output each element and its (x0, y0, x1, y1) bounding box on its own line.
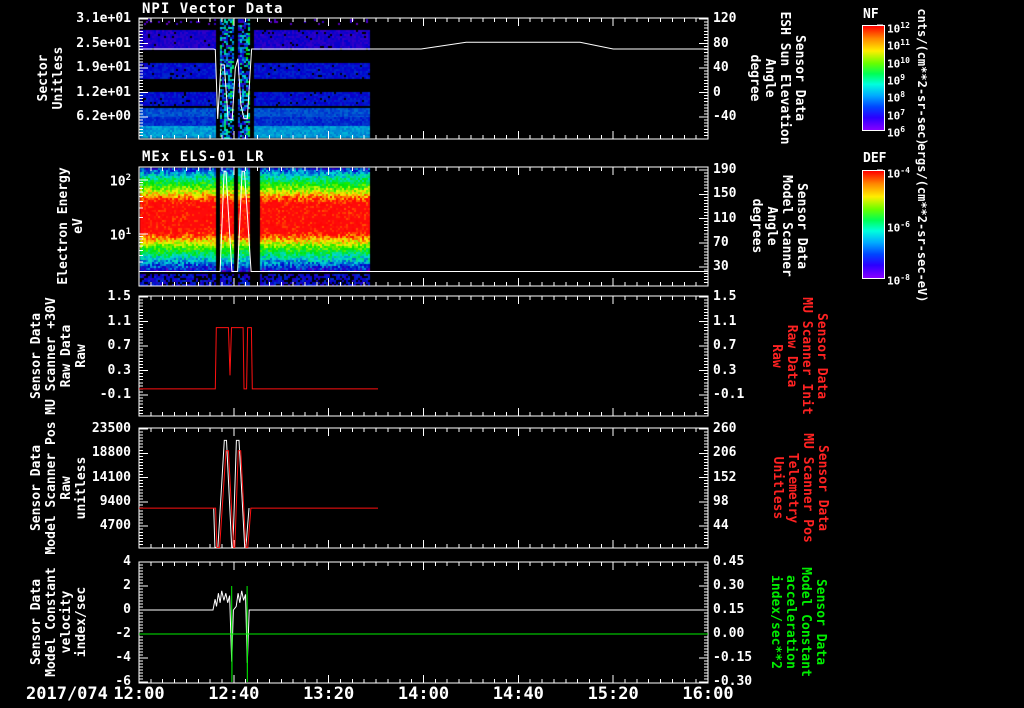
series-mu-scanner-30v-raw (139, 328, 378, 389)
science-plot-page: NPI Vector Data MEx ELS-01 LR Sector Uni… (0, 0, 1024, 708)
x-ticks-modelconst (139, 562, 708, 683)
series-model-scanner-pos-raw (214, 440, 249, 547)
def-colorbar-ticks (877, 170, 883, 277)
x-ticks-mu30v (139, 296, 708, 416)
panel-box-npi (139, 18, 708, 139)
nf-colorbar-ticks (877, 25, 883, 129)
y-ticks-modelconst (139, 562, 708, 682)
panel-box-mu30v (139, 296, 708, 416)
series-model-scanner-angle-deg (139, 171, 708, 271)
x-ticks-npi (139, 18, 708, 139)
axes-and-series-svg (0, 0, 1024, 708)
series-sun-elevation-deg (139, 42, 708, 119)
y-ticks-mu30v (139, 297, 708, 413)
x-ticks-els (139, 167, 708, 286)
panel-box-modelconst (139, 562, 708, 683)
series-model-constant-velocity (139, 591, 708, 663)
series-mu-scanner-pos-telemetry (139, 451, 378, 548)
y-ticks-npi (139, 19, 708, 135)
panel-box-els (139, 167, 708, 286)
y-ticks-els (139, 170, 708, 282)
